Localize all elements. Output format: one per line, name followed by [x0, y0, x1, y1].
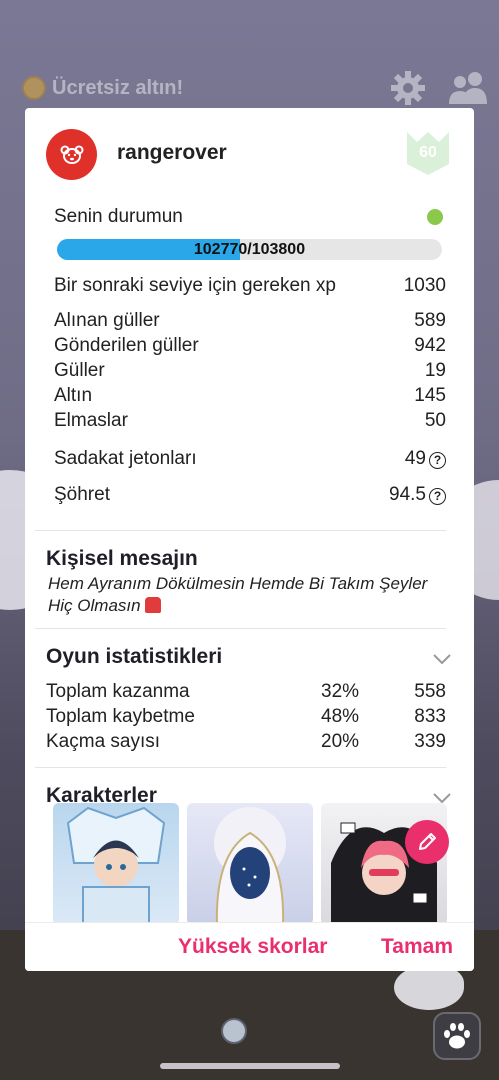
diamonds-row: Elmaslar 50: [54, 410, 446, 432]
divider: [35, 767, 446, 768]
loyalty-tokens-row: Sadakat jetonları 49?: [54, 448, 446, 470]
character-card[interactable]: [53, 803, 179, 925]
stat-value: 558: [414, 681, 446, 702]
divider: [35, 628, 446, 629]
free-gold-button[interactable]: Ücretsiz altın!: [22, 76, 183, 100]
username: rangerover: [117, 141, 227, 164]
peace-pendant-icon: [221, 1018, 247, 1044]
received-roses-label: Alınan güller: [54, 310, 160, 331]
paw-menu-button[interactable]: [433, 1012, 481, 1060]
stat-value: 339: [414, 731, 446, 752]
stat-percent: 20%: [321, 731, 360, 752]
game-stats-title[interactable]: Oyun istatistikleri: [46, 645, 222, 669]
high-scores-button[interactable]: Yüksek skorlar: [178, 935, 327, 959]
stat-value: 833: [414, 706, 446, 727]
loyalty-value: 49: [404, 448, 426, 469]
siren-icon: [145, 597, 162, 613]
status-label: Senin durumun: [54, 206, 183, 227]
dialog-footer: Yüksek skorlar Tamam: [25, 922, 474, 971]
fame-label: Şöhret: [54, 484, 110, 505]
avatar[interactable]: [46, 129, 97, 180]
dove-decoration: [394, 965, 464, 1010]
paw-icon: [444, 1023, 470, 1049]
total-wins-row: Toplam kazanma 32% 558: [46, 681, 446, 705]
stat-label: Toplam kaybetme: [46, 706, 195, 727]
online-status-dot: [427, 209, 443, 225]
character-portrait: [214, 807, 286, 925]
fame-help-icon[interactable]: ?: [429, 487, 446, 505]
roses-row: Güller 19: [54, 360, 446, 382]
stat-label: Kaçma sayısı: [46, 731, 161, 752]
next-level-value: 1030: [403, 275, 446, 296]
escape-count-row: Kaçma sayısı 20% 339: [46, 731, 446, 755]
diamonds-label: Elmaslar: [54, 410, 128, 431]
stat-percent: 32%: [321, 681, 360, 702]
divider: [35, 530, 446, 531]
personal-message-line2: Hiç Olmasın: [48, 596, 141, 615]
xp-max: /103800: [247, 241, 306, 258]
profile-dialog: rangerover 60 Senin durumun 102770/10380…: [25, 108, 474, 971]
characters-carousel[interactable]: [53, 803, 449, 925]
gold-row: Altın 145: [54, 385, 446, 407]
roses-label: Güller: [54, 360, 105, 381]
gold-label: Altın: [54, 385, 93, 406]
roses-value: 19: [424, 360, 446, 381]
bear-icon: [60, 145, 83, 164]
level-number: 60: [419, 144, 437, 161]
xp-current: 102770: [193, 241, 248, 258]
stat-label: Toplam kazanma: [46, 681, 190, 702]
ok-button[interactable]: Tamam: [381, 935, 453, 959]
free-gold-label: Ücretsiz altın!: [52, 76, 184, 99]
personal-message[interactable]: Hem Ayranım Dökülmesin Hemde Bi Takım Şe…: [48, 573, 460, 617]
xp-progress-bar: 102770/103800: [57, 239, 442, 260]
status-row: Senin durumun: [54, 206, 446, 228]
coin-icon: [22, 76, 46, 100]
next-level-xp-row: Bir sonraki seviye için gereken xp 1030: [54, 275, 446, 297]
friends-icon[interactable]: [445, 70, 491, 106]
fame-row: Şöhret 94.5?: [54, 484, 446, 506]
loyalty-help-icon[interactable]: ?: [429, 451, 446, 469]
loyalty-label: Sadakat jetonları: [54, 448, 197, 469]
character-portrait: [66, 806, 166, 925]
received-roses-row: Alınan güller 589: [54, 310, 446, 332]
sent-roses-value: 942: [414, 335, 446, 356]
edit-character-button[interactable]: [405, 820, 449, 864]
level-badge: 60: [405, 130, 451, 176]
gold-value: 145: [414, 385, 446, 406]
next-level-label: Bir sonraki seviye için gereken xp: [54, 275, 336, 296]
sent-roses-row: Gönderilen güller 942: [54, 335, 446, 357]
character-card[interactable]: [187, 803, 313, 925]
gear-icon[interactable]: [390, 70, 426, 106]
xp-text: 102770/103800: [57, 241, 442, 259]
sent-roses-label: Gönderilen güller: [54, 335, 199, 356]
personal-message-line1: Hem Ayranım Dökülmesin Hemde Bi Takım Şe…: [48, 574, 428, 593]
stat-percent: 48%: [321, 706, 360, 727]
pencil-icon: [419, 833, 436, 850]
top-bar: Ücretsiz altın!: [0, 70, 499, 110]
fame-value: 94.5: [389, 484, 426, 505]
home-indicator[interactable]: [160, 1063, 340, 1069]
received-roses-value: 589: [414, 310, 446, 331]
diamonds-value: 50: [424, 410, 446, 431]
personal-message-title: Kişisel mesajın: [46, 547, 198, 570]
chevron-down-icon[interactable]: [432, 653, 452, 665]
total-losses-row: Toplam kaybetme 48% 833: [46, 706, 446, 730]
